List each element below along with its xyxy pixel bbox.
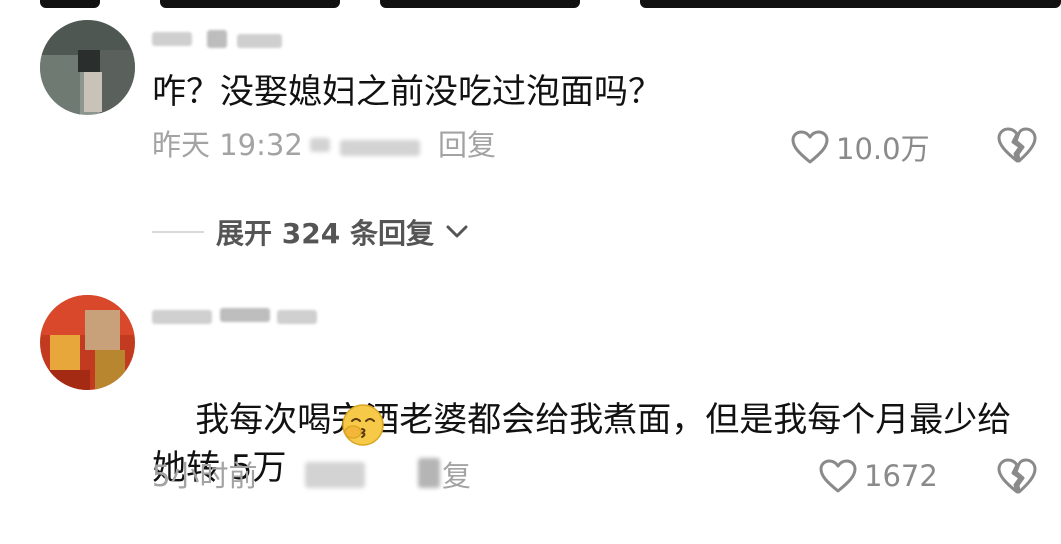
username-blurred[interactable] <box>152 306 322 326</box>
cropped-shape <box>160 0 340 8</box>
divider-line <box>152 231 204 233</box>
expand-replies-button[interactable]: 展开 324 条回复 <box>152 212 468 252</box>
comment-timestamp: 昨天 19:32 <box>152 128 303 162</box>
cropped-shape <box>380 0 580 8</box>
avatar[interactable] <box>40 20 135 115</box>
broken-heart-icon <box>997 458 1037 494</box>
dislike-button[interactable] <box>996 457 1038 499</box>
cropped-shape <box>40 0 100 8</box>
location-blurred <box>418 458 440 488</box>
location-blurred <box>305 462 365 488</box>
dislike-button[interactable] <box>996 126 1038 168</box>
like-button[interactable]: 1672 <box>818 458 938 494</box>
location-blurred <box>340 140 420 156</box>
comment-text: 我每次喝完酒老婆都会给我煮面，但是我每个月最少给她转 5万 <box>152 348 1032 540</box>
like-count: 1672 <box>864 459 938 493</box>
like-count: 10.0万 <box>836 132 930 166</box>
comment-text: 咋？没娶媳妇之前没吃过泡面吗？ <box>152 72 662 112</box>
heart-outline-icon <box>791 130 829 164</box>
avatar[interactable] <box>40 295 135 390</box>
username-blurred[interactable] <box>152 30 292 50</box>
kissing-face-emoji <box>342 404 384 446</box>
comment-timestamp: 5小时前 <box>152 459 258 493</box>
broken-heart-icon <box>997 127 1037 163</box>
reply-link[interactable]: 回复 <box>438 128 496 162</box>
chevron-down-icon <box>446 225 468 238</box>
cropped-shape <box>640 0 1061 8</box>
reply-link[interactable]: 复 <box>442 459 471 493</box>
like-button[interactable]: 10.0万 <box>790 126 930 168</box>
location-blurred <box>310 138 330 152</box>
expand-replies-label: 展开 324 条回复 <box>216 217 434 250</box>
top-cropped-strip <box>0 0 1061 10</box>
heart-outline-icon <box>819 459 857 493</box>
